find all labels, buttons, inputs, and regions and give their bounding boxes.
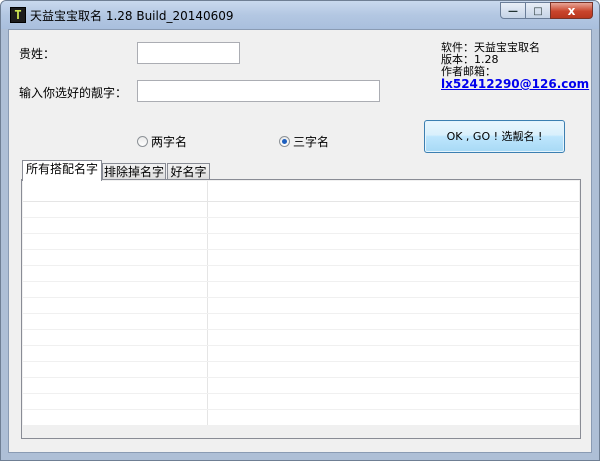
app-icon: T — [10, 7, 26, 23]
maximize-button[interactable]: □ — [525, 2, 551, 19]
surname-label: 贵姓： — [19, 47, 56, 61]
tab-panel — [21, 179, 581, 439]
chosen-char-input[interactable] — [137, 80, 380, 102]
list-header — [23, 181, 579, 202]
go-button[interactable]: OK , GO ! 选靓名 ! — [424, 120, 565, 153]
radio-three-char-dot[interactable] — [279, 136, 290, 147]
list-row-line — [23, 425, 579, 426]
list-row-line — [23, 281, 579, 282]
list-row-line — [23, 393, 579, 394]
radio-three-char[interactable]: 三字名 — [279, 133, 329, 150]
list-row-line — [23, 329, 579, 330]
list-row-line — [23, 233, 579, 234]
list-row-line — [23, 377, 579, 378]
close-button[interactable]: x — [550, 2, 593, 19]
list-row-line — [23, 217, 579, 218]
chosen-char-label: 输入你选好的靓字： — [19, 86, 128, 100]
list-row-line — [23, 345, 579, 346]
list-row-line — [23, 297, 579, 298]
radio-two-char[interactable]: 两字名 — [137, 133, 187, 150]
radio-two-char-label: 两字名 — [151, 135, 188, 149]
list-row-line — [23, 409, 579, 410]
window-title: 天益宝宝取名 1.28 Build_20140609 — [30, 9, 234, 23]
minimize-button[interactable]: — — [500, 2, 526, 19]
list-row-line — [23, 313, 579, 314]
radio-two-char-dot[interactable] — [137, 136, 148, 147]
author-email-link[interactable]: lx52412290@126.com — [441, 78, 589, 90]
app-window: T 天益宝宝取名 1.28 Build_20140609 — □ x 贵姓： 输… — [0, 0, 600, 461]
surname-input[interactable] — [137, 42, 240, 64]
list-row-line — [23, 361, 579, 362]
client-area: 贵姓： 输入你选好的靓字： 软件：天益宝宝取名 版本：1.28 作者邮箱： lx… — [8, 29, 592, 453]
title-bar[interactable]: T 天益宝宝取名 1.28 Build_20140609 — □ x — [1, 1, 599, 29]
tab-all-names[interactable]: 所有搭配名字 — [22, 160, 102, 181]
radio-three-char-label: 三字名 — [293, 135, 330, 149]
list-row-line — [23, 265, 579, 266]
list-row-line — [23, 249, 579, 250]
names-list[interactable] — [23, 181, 579, 426]
